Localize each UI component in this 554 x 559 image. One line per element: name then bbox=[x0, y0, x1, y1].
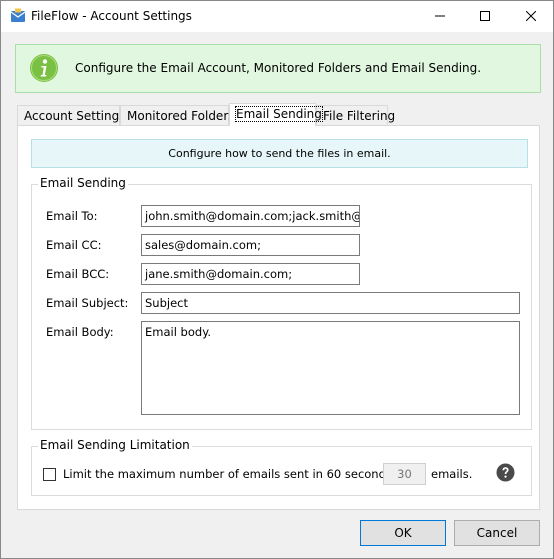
email-sending-limitation-group: Email Sending Limitation Limit the maxim… bbox=[31, 438, 532, 496]
email-body-textarea[interactable]: Email body. bbox=[141, 321, 520, 415]
email-sending-group-title: Email Sending bbox=[38, 176, 128, 190]
email-bcc-input[interactable]: jane.smith@domain.com; bbox=[141, 263, 360, 285]
email-subject-input[interactable]: Subject bbox=[141, 292, 520, 314]
maximize-icon bbox=[479, 10, 490, 24]
account-settings-window: FileFlow - Account Settings Configure th… bbox=[0, 0, 554, 559]
envelope-app-icon bbox=[10, 8, 26, 24]
tab-file-filtering[interactable]: File Filtering bbox=[316, 105, 395, 125]
info-icon bbox=[29, 53, 59, 83]
email-to-input[interactable]: john.smith@domain.com;jack.smith@dc bbox=[141, 205, 360, 227]
email-cc-label: Email CC: bbox=[46, 238, 102, 252]
email-body-label: Email Body: bbox=[46, 325, 114, 339]
tab-monitored-folders[interactable]: Monitored Folders bbox=[120, 105, 235, 125]
limit-emails-label[interactable]: Limit the maximum number of emails sent … bbox=[63, 467, 407, 481]
limitation-group-title: Email Sending Limitation bbox=[38, 438, 192, 452]
email-sending-group: Email Sending Email To: john.smith@domai… bbox=[31, 176, 532, 430]
tab-email-sending[interactable]: Email Sending bbox=[229, 103, 323, 126]
title-bar[interactable]: FileFlow - Account Settings bbox=[1, 1, 553, 32]
minimize-icon bbox=[434, 10, 445, 24]
tab-account-settings[interactable]: Account Settings bbox=[17, 105, 125, 125]
info-banner: Configure the Email Account, Monitored F… bbox=[15, 44, 541, 93]
question-mark-icon[interactable] bbox=[496, 463, 515, 482]
email-subject-label: Email Subject: bbox=[46, 296, 129, 310]
email-bcc-label: Email BCC: bbox=[46, 267, 110, 281]
banner-text: Configure the Email Account, Monitored F… bbox=[75, 61, 482, 75]
email-to-label: Email To: bbox=[46, 209, 98, 223]
minimize-button[interactable] bbox=[417, 1, 462, 32]
email-sending-panel: Configure how to send the files in email… bbox=[17, 125, 540, 510]
email-cc-input[interactable]: sales@domain.com; bbox=[141, 234, 360, 256]
emails-suffix-label: emails. bbox=[431, 467, 473, 481]
window-title: FileFlow - Account Settings bbox=[31, 9, 192, 23]
email-count-input[interactable]: 30 bbox=[383, 463, 426, 485]
close-button[interactable] bbox=[508, 1, 553, 32]
maximize-button[interactable] bbox=[462, 1, 507, 32]
limit-emails-checkbox[interactable] bbox=[43, 468, 56, 481]
ok-button[interactable]: OK bbox=[360, 520, 446, 546]
close-icon bbox=[525, 10, 536, 24]
panel-description: Configure how to send the files in email… bbox=[31, 139, 528, 168]
cancel-button[interactable]: Cancel bbox=[454, 520, 540, 546]
